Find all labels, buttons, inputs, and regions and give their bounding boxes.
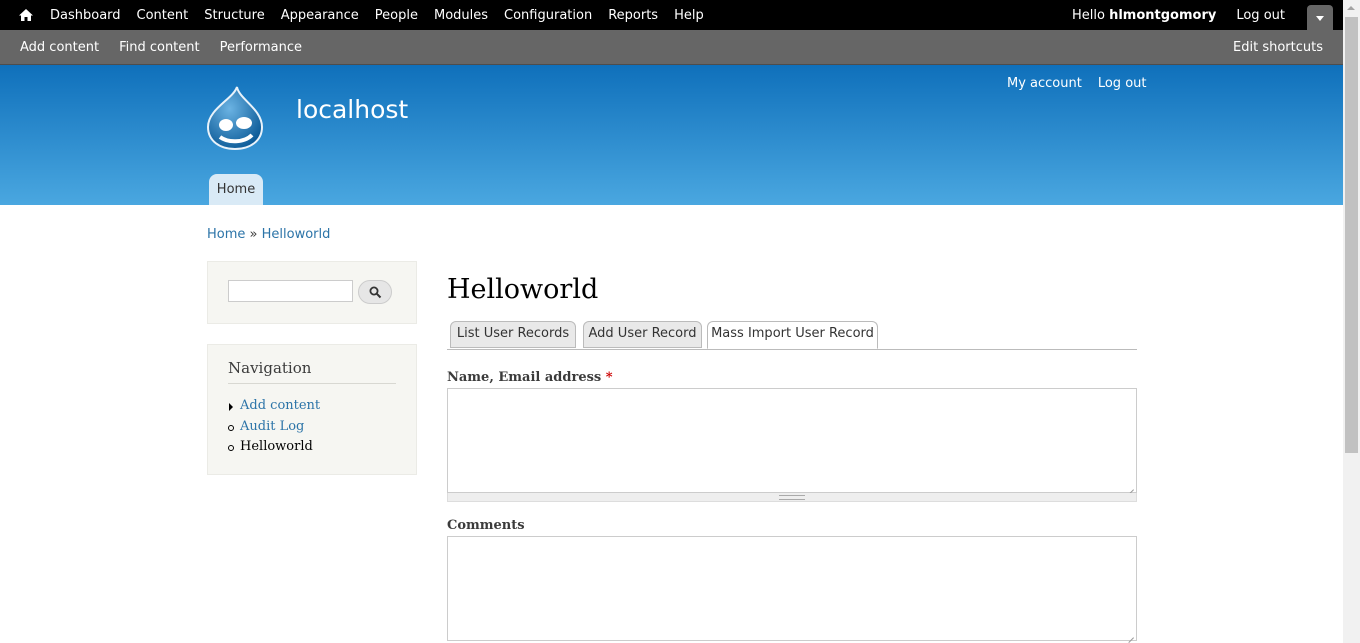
shortcut-find-content[interactable]: Find content [109, 40, 210, 55]
leaf-bullet-icon [228, 424, 234, 431]
toolbar-item-configuration[interactable]: Configuration [496, 8, 600, 23]
scrollbar-thumb[interactable] [1345, 17, 1358, 453]
navigation-list: Add content Audit Log Helloworld [228, 397, 320, 459]
toolbar-item-structure[interactable]: Structure [196, 8, 272, 23]
toolbar-item-content[interactable]: Content [129, 8, 197, 23]
breadcrumb-home-link[interactable]: Home [207, 227, 245, 242]
toolbar-item-appearance[interactable]: Appearance [273, 8, 367, 23]
resize-handle-icon[interactable] [1127, 483, 1135, 491]
shortcut-performance[interactable]: Performance [210, 40, 312, 55]
page-scrollbar[interactable] [1343, 0, 1360, 643]
header-logout-link[interactable]: Log out [1098, 76, 1147, 91]
shortcut-add-content[interactable]: Add content [10, 40, 109, 55]
toolbar-menu: Dashboard Content Structure Appearance P… [42, 0, 712, 30]
toolbar-item-reports[interactable]: Reports [600, 8, 666, 23]
breadcrumb-helloworld-link[interactable]: Helloworld [262, 227, 331, 242]
page-title: Helloworld [447, 274, 599, 305]
site-header: localhost My account Log out Home [0, 65, 1343, 205]
nav-link-audit-log[interactable]: Audit Log [240, 419, 304, 434]
comments-label-text: Comments [447, 518, 525, 533]
tab-list-user-records[interactable]: List User Records [450, 321, 576, 348]
search-button[interactable] [358, 280, 392, 304]
main-menu-home-tab[interactable]: Home [209, 174, 263, 205]
resize-handle-icon[interactable] [1127, 631, 1135, 639]
shortcuts-toggle-button[interactable] [1307, 5, 1333, 30]
site-name[interactable]: localhost [296, 95, 408, 124]
toolbar-item-help[interactable]: Help [666, 8, 712, 23]
home-icon[interactable] [18, 7, 34, 23]
tab-mass-import-user-record[interactable]: Mass Import User Record [707, 321, 878, 349]
search-block [207, 261, 417, 324]
admin-toolbar: Dashboard Content Structure Appearance P… [0, 0, 1343, 30]
comments-label: Comments [447, 518, 525, 533]
local-tabs: List User Records Add User Record Mass I… [447, 321, 1137, 350]
nav-item-helloworld[interactable]: Helloworld [228, 438, 320, 459]
nav-item-audit-log[interactable]: Audit Log [228, 418, 320, 439]
toolbar-user: Hello hlmontgomory Log out [1072, 0, 1285, 30]
name-email-label-text: Name, Email address [447, 370, 602, 385]
nav-link-helloworld-active[interactable]: Helloworld [240, 439, 313, 454]
name-email-textarea[interactable] [447, 388, 1137, 493]
toolbar-item-people[interactable]: People [367, 8, 426, 23]
name-email-label: Name, Email address * [447, 370, 613, 385]
breadcrumb: Home » Helloworld [207, 227, 330, 242]
greeting-label: Hello [1071, 7, 1105, 23]
textarea-grippie[interactable] [447, 493, 1137, 502]
search-input[interactable] [228, 280, 353, 302]
navigation-block: Navigation Add content Audit Log Hellowo… [207, 344, 417, 475]
secondary-menu: My account Log out [1007, 76, 1163, 91]
shortcuts-bar: Add content Find content Performance Edi… [0, 30, 1343, 65]
nav-item-add-content[interactable]: Add content [228, 397, 320, 418]
search-icon [369, 286, 382, 299]
my-account-link[interactable]: My account [1007, 76, 1082, 91]
toolbar-logout-link[interactable]: Log out [1236, 8, 1285, 23]
edit-shortcuts-link[interactable]: Edit shortcuts [1233, 30, 1323, 64]
user-greeting: Hello hlmontgomory [1072, 8, 1216, 23]
navigation-title: Navigation [228, 359, 396, 384]
required-marker: * [605, 370, 613, 385]
username-link[interactable]: hlmontgomory [1109, 8, 1216, 23]
nav-link-add-content[interactable]: Add content [240, 398, 320, 413]
tab-add-user-record[interactable]: Add User Record [583, 321, 702, 348]
collapsed-arrow-icon [229, 403, 233, 411]
toolbar-item-dashboard[interactable]: Dashboard [42, 8, 129, 23]
breadcrumb-separator: » [249, 227, 258, 242]
comments-textarea[interactable] [447, 536, 1137, 641]
scroll-up-arrow-icon[interactable] [1347, 6, 1355, 10]
toolbar-item-modules[interactable]: Modules [426, 8, 496, 23]
leaf-bullet-icon [228, 445, 234, 451]
drupal-logo-icon[interactable] [206, 85, 264, 151]
